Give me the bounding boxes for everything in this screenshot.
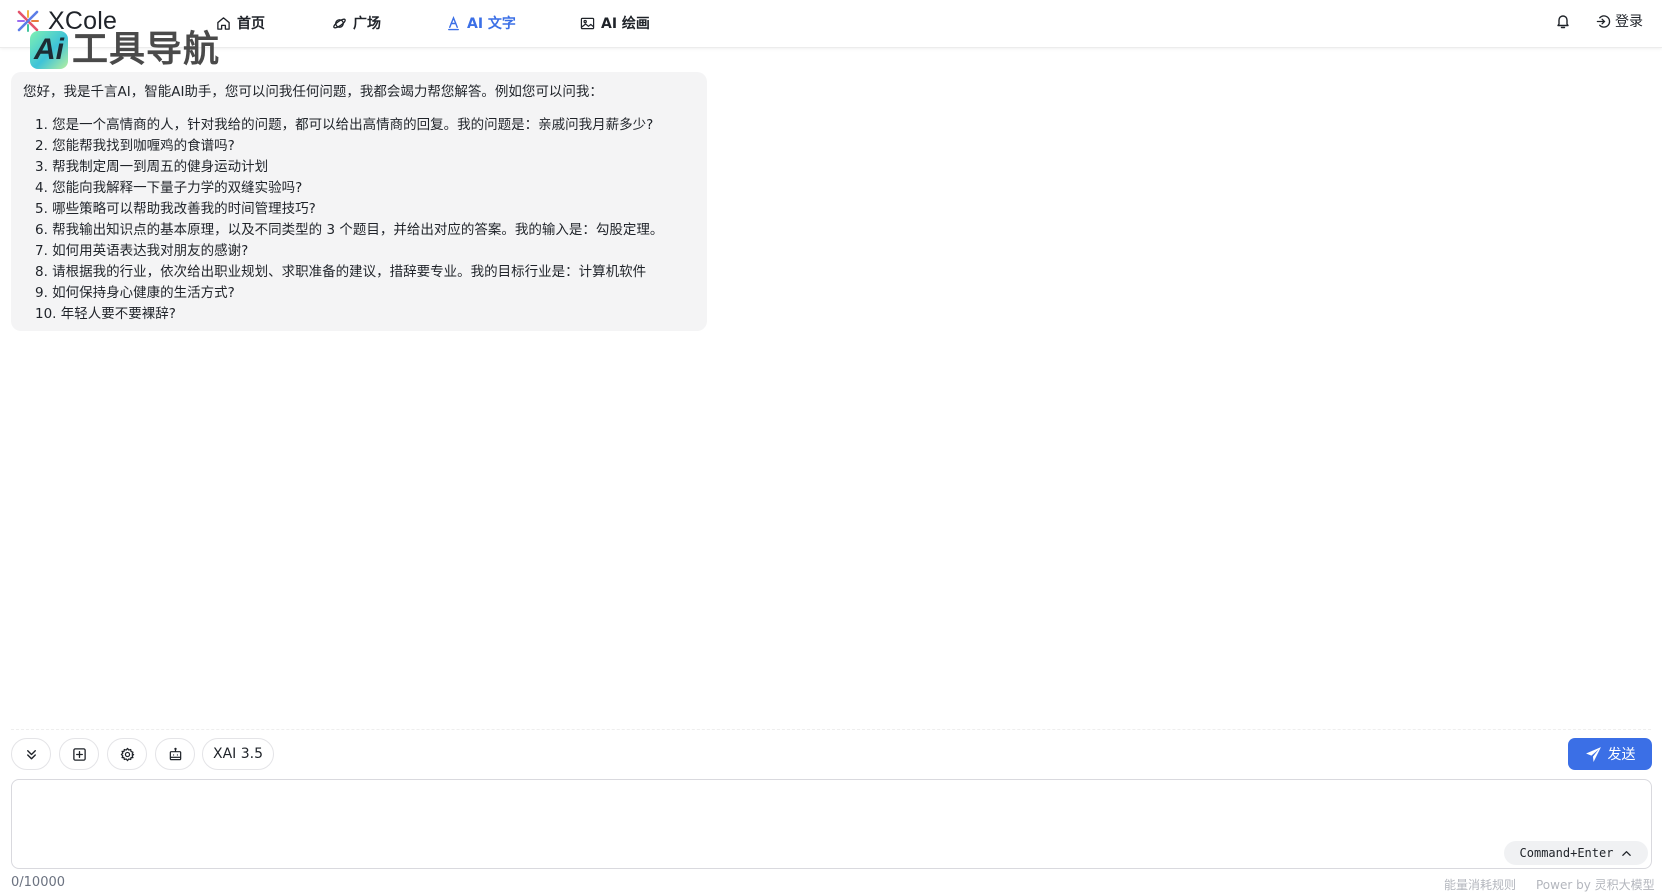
robot-button[interactable] [155, 738, 195, 770]
nav-label: AI 文字 [467, 16, 516, 32]
suggestion-item[interactable]: 4. 您能向我解释一下量子力学的双缝实验吗? [35, 178, 695, 199]
login-icon [1596, 14, 1611, 28]
suggestion-item[interactable]: 7. 如何用英语表达我对朋友的感谢? [35, 241, 695, 262]
power-by-text: Power by 灵积大模型 [1536, 878, 1655, 892]
suggestion-item[interactable]: 5. 哪些策略可以帮助我改善我的时间管理技巧? [35, 199, 695, 220]
energy-rules-link[interactable]: 能量消耗规则 [1444, 876, 1516, 893]
bell-icon[interactable] [1554, 12, 1572, 30]
nav-label: 广场 [353, 16, 381, 32]
suggestion-item[interactable]: 9. 如何保持身心健康的生活方式? [35, 283, 695, 304]
login-button[interactable]: 登录 [1596, 12, 1643, 30]
home-icon [217, 16, 230, 30]
suggestion-item[interactable]: 1. 您是一个高情商的人，针对我给的问题，都可以给出高情商的回复。我的问题是：亲… [35, 115, 695, 136]
planet-icon [333, 18, 346, 28]
image-icon [580, 17, 595, 29]
new-chat-button[interactable] [59, 738, 99, 770]
nav-item-ai-draw[interactable]: AI 绘画 [580, 13, 650, 33]
send-label: 发送 [1607, 747, 1636, 763]
nav-label: 首页 [237, 16, 265, 32]
shortcut-label: Command+Enter [1519, 846, 1614, 860]
settings-button[interactable] [107, 738, 147, 770]
add-square-icon [72, 747, 86, 761]
paper-plane-icon [1585, 746, 1601, 762]
model-selector[interactable]: XAI 3.5 [202, 738, 274, 770]
gear-icon [120, 747, 134, 761]
nav-item-home[interactable]: 首页 [216, 13, 265, 33]
suggestion-item[interactable]: 8. 请根据我的行业，依次给出职业规划、求职准备的建议，措辞要专业。我的目标行业… [35, 262, 695, 283]
composer-divider [11, 729, 1651, 730]
char-counter: 0/10000 [11, 875, 66, 890]
suggestion-item[interactable]: 10. 年轻人要不要裸辞? [35, 304, 695, 325]
xcole-logo-icon [17, 10, 39, 32]
suggestion-item[interactable]: 3. 帮我制定周一到周五的健身运动计划 [35, 157, 695, 178]
brand-name: XCole [48, 6, 118, 35]
chevron-up-icon [1622, 850, 1632, 856]
greeting-text: 您好，我是千言AI，智能AI助手，您可以问我任何问题，我都会竭力帮您解答。例如您… [23, 84, 603, 100]
nav-item-ai-text[interactable]: AI 文字 [446, 13, 516, 33]
double-chevron-down-icon [26, 749, 36, 759]
nav-item-square[interactable]: 广场 [332, 13, 381, 33]
assistant-message: 您好，我是千言AI，智能AI助手，您可以问我任何问题，我都会竭力帮您解答。例如您… [11, 72, 707, 331]
nav-label: AI 绘画 [601, 16, 650, 32]
text-a-icon [448, 15, 459, 30]
collapse-button[interactable] [11, 738, 51, 770]
message-input[interactable] [11, 779, 1652, 869]
suggestion-item[interactable]: 2. 您能帮我找到咖喱鸡的食谱吗? [35, 136, 695, 157]
brand-logo[interactable]: XCole [16, 6, 117, 36]
top-header: XCole 首页 广场 AI 文字 AI 绘画 登录 [0, 0, 1662, 48]
suggestion-item[interactable]: 6. 帮我输出知识点的基本原理，以及不同类型的 3 个题目，并给出对应的答案。我… [35, 220, 695, 241]
robot-icon [169, 747, 181, 760]
suggestion-list: 1. 您是一个高情商的人，针对我给的问题，都可以给出高情商的回复。我的问题是：亲… [23, 115, 695, 325]
login-label: 登录 [1615, 14, 1643, 30]
shortcut-toggle[interactable]: Command+Enter [1504, 841, 1648, 865]
send-button[interactable]: 发送 [1568, 738, 1652, 770]
